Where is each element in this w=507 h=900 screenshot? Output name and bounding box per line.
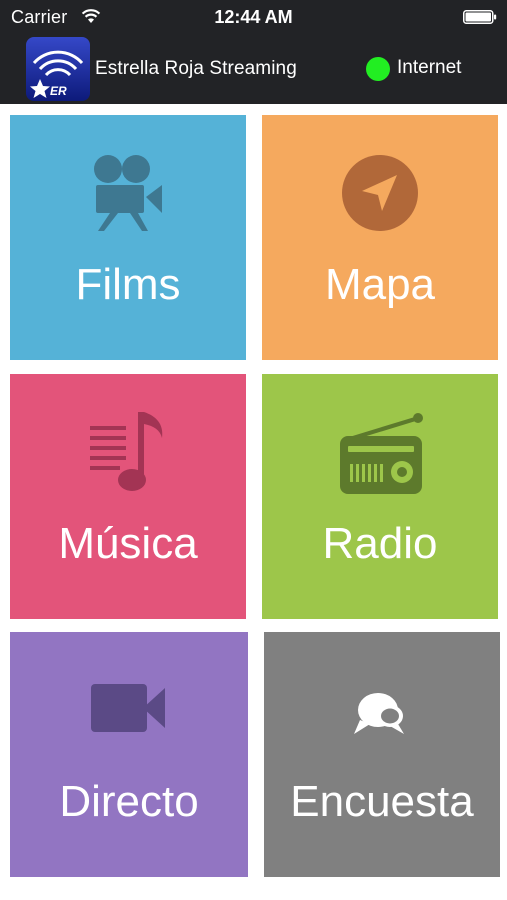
connection-status-label: Internet (397, 57, 462, 78)
connection-status-indicator (366, 57, 390, 81)
app-logo: ER (26, 37, 90, 101)
tile-mapa[interactable]: Mapa (262, 115, 498, 360)
radio-icon (336, 410, 424, 498)
logo-text: ER (50, 84, 67, 98)
tile-radio[interactable]: Radio (262, 374, 498, 619)
tile-directo-label: Directo (59, 777, 199, 826)
navigation-bar: ER Estrella Roja Streaming Internet (0, 36, 507, 104)
tile-directo[interactable]: Directo (10, 632, 248, 877)
status-bar: Carrier 12:44 AM (0, 0, 507, 36)
tile-encuesta[interactable]: Encuesta (264, 632, 500, 877)
tile-musica[interactable]: Música (10, 374, 246, 619)
tile-encuesta-label: Encuesta (290, 777, 474, 826)
film-camera-icon (84, 151, 172, 239)
tile-films-label: Films (75, 260, 181, 309)
music-note-icon (84, 410, 172, 498)
video-camera-icon (85, 668, 173, 756)
chat-bubbles-icon (338, 668, 426, 756)
tile-mapa-label: Mapa (324, 260, 436, 309)
app-title: Estrella Roja Streaming (95, 58, 297, 79)
status-time: 12:44 AM (214, 7, 293, 27)
app-header: Carrier 12:44 AM ER Estrella Roja Stream… (0, 0, 507, 104)
tile-radio-label: Radio (322, 519, 438, 568)
battery-icon (463, 10, 497, 24)
tile-films[interactable]: Films (10, 115, 246, 360)
tile-musica-label: Música (58, 519, 198, 568)
location-arrow-icon (336, 151, 424, 239)
